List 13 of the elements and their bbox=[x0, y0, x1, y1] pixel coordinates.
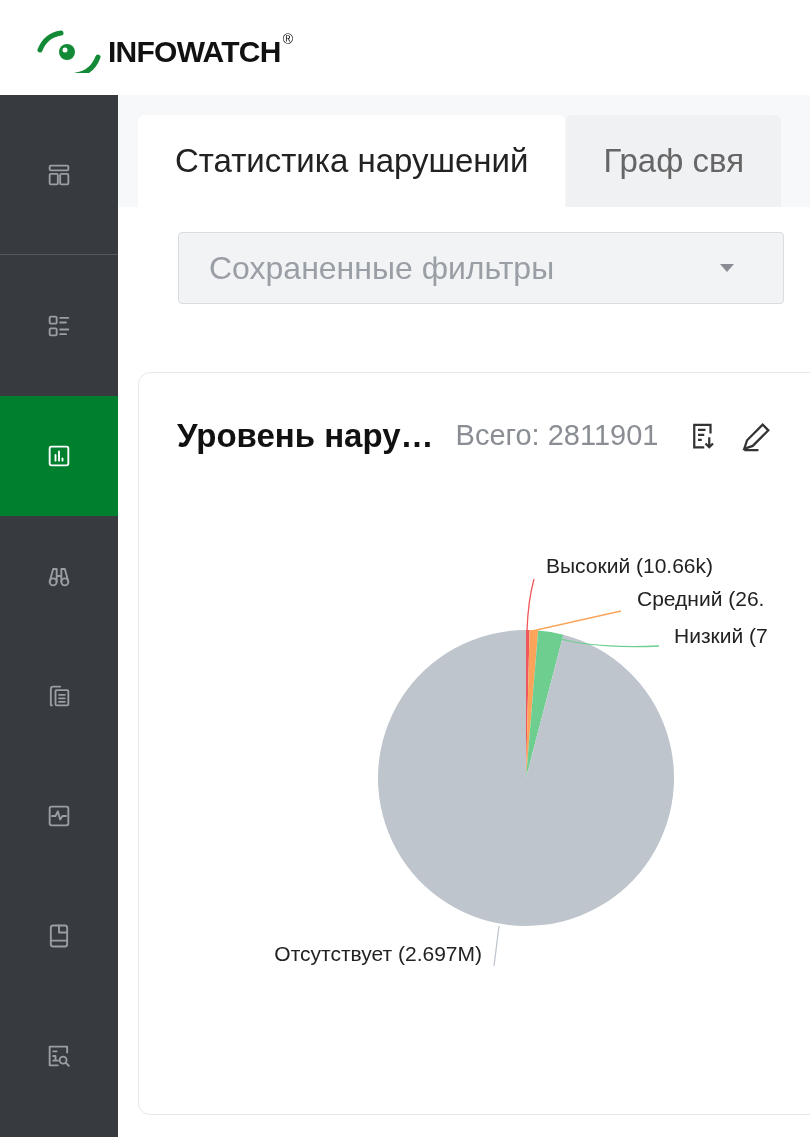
slice-label: Низкий (7 bbox=[674, 623, 768, 647]
saved-filters-dropdown[interactable]: Сохраненные фильтры bbox=[178, 232, 784, 304]
caret-icon bbox=[720, 264, 734, 272]
tab[interactable]: Граф свя bbox=[566, 115, 782, 207]
logo-text: INFOWATCH$^{®}$ bbox=[108, 30, 293, 70]
tab[interactable]: Статистика нарушений bbox=[138, 115, 566, 207]
leader-line bbox=[493, 924, 500, 967]
total-count: Всего: 2811901 bbox=[455, 418, 659, 453]
slice-label: Отсутствует (2.697M) bbox=[274, 941, 482, 965]
slice-label: Высокий (10.66k) bbox=[546, 553, 714, 577]
widget-title: Уровень нару… bbox=[177, 416, 434, 456]
slice-label: Средний (26. bbox=[637, 586, 765, 610]
sidebar-item[interactable] bbox=[0, 396, 118, 516]
